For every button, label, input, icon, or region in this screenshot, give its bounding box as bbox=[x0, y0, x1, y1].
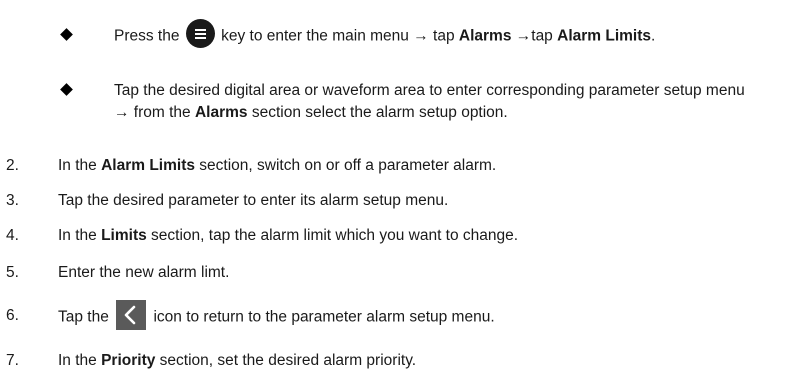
menu-key-icon bbox=[185, 19, 215, 48]
text-run: Tap the bbox=[58, 308, 114, 326]
step-text: Tap the icon to return to the parameter … bbox=[58, 300, 495, 330]
bullet-text: Press the key to enter the main menu → t… bbox=[114, 19, 794, 48]
step-text: Tap the desired parameter to enter its a… bbox=[58, 192, 449, 209]
text-run: In the bbox=[58, 352, 102, 369]
bold-term-alarm-limits: Alarm Limits bbox=[101, 157, 195, 174]
step-number: 3. bbox=[6, 192, 19, 209]
step-text: Enter the new alarm limt. bbox=[58, 264, 230, 281]
text-run: →tap bbox=[511, 27, 558, 45]
bold-term-alarm-limits: Alarm Limits bbox=[557, 27, 652, 45]
step-text: In the Priority section, set the desired… bbox=[58, 350, 416, 372]
step-number: 6. bbox=[6, 307, 19, 324]
text-run: . bbox=[651, 27, 656, 45]
text-run: key to enter the main menu → tap bbox=[216, 27, 459, 45]
document-page: Press the key to enter the main menu → t… bbox=[0, 0, 806, 386]
diamond-bullet-icon bbox=[60, 83, 73, 96]
text-run: section, set the desired alarm priority. bbox=[155, 352, 417, 369]
text-run: In the bbox=[58, 227, 102, 244]
bold-term-alarms: Alarms bbox=[194, 104, 248, 121]
step-number: 4. bbox=[6, 227, 19, 244]
step-text: In the Alarm Limits section, switch on o… bbox=[58, 155, 496, 177]
text-run: section, switch on or off a parameter al… bbox=[194, 157, 497, 174]
bold-term-alarms: Alarms bbox=[458, 27, 512, 45]
text-run: Press the bbox=[114, 27, 184, 45]
text-run: section, tap the alarm limit which you w… bbox=[146, 227, 519, 244]
step-number: 5. bbox=[6, 264, 19, 281]
text-run: section select the alarm setup option. bbox=[247, 104, 508, 121]
bold-term-limits: Limits bbox=[101, 227, 147, 244]
bold-term-priority: Priority bbox=[101, 352, 156, 369]
step-number: 7. bbox=[6, 352, 19, 369]
diamond-bullet-icon bbox=[60, 28, 73, 41]
step-number: 2. bbox=[6, 157, 19, 174]
back-arrow-icon bbox=[116, 300, 147, 330]
text-run: icon to return to the parameter alarm se… bbox=[149, 308, 495, 326]
step-text: In the Limits section, tap the alarm lim… bbox=[58, 225, 518, 247]
text-run: In the bbox=[58, 157, 102, 174]
bullet-text: Tap the desired digital area or waveform… bbox=[114, 80, 754, 124]
